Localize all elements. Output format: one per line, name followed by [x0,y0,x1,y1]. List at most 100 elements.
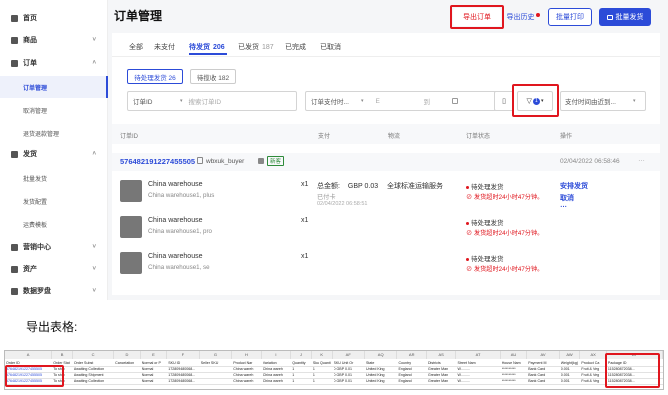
sheet-column-letter[interactable]: F [167,351,200,359]
sidebar-item[interactable]: 发货配置 [0,190,108,212]
sheet-cell[interactable]: 172809480068... [168,378,199,384]
sheet-column-letter[interactable]: C [72,351,115,359]
sidebar-item[interactable]: 资产 ˅ [0,258,108,280]
sheet-column-letter[interactable]: AX [580,351,607,359]
product-sku: China warehouse1, pro [148,228,212,235]
sidebar-item[interactable]: 取消管理 [0,99,108,121]
pay-time-select[interactable]: 订单支付时... [306,96,361,106]
sheet-column-letter[interactable]: B [52,351,73,359]
batch-ship-button[interactable]: 批量发货 [599,8,651,26]
sheet-column-letter[interactable]: AW [559,351,581,359]
sheet-column-letter[interactable]: AT [456,351,501,359]
sheet-column-letter[interactable]: K [311,351,333,359]
order-status-label: 待处理发货 [471,220,504,227]
order-id-select[interactable]: 订单ID [128,96,180,106]
sheet-column-letter[interactable]: AF [332,351,365,359]
subtab-pending-ship[interactable]: 待处理发货 26 [127,69,183,84]
box-icon [11,36,18,44]
sidebar-item[interactable]: 批量发货 [0,167,108,189]
sheet-cell[interactable]: Fruit & Veg [581,378,607,384]
more-actions-button[interactable]: … [560,202,567,209]
subtab-awaiting-collection[interactable]: 待揽收 182 [190,69,236,84]
sidebar-item[interactable]: 商品 ˅ [0,29,108,51]
warning-icon: ⊘ [466,266,474,273]
sheet-cell[interactable]: 0 GBP 0.01 [334,378,365,384]
sidebar-item[interactable]: 订单 ˄ [0,52,108,74]
sheet-header-cell[interactable]: Seller SKU [201,360,232,366]
order-date: 02/04/2022 06:58:46 [560,158,620,165]
order-id-filter[interactable]: 订单ID ▾ 搜索订单ID [127,91,297,111]
sheet-column-letter[interactable]: D [114,351,141,359]
arrange-ship-button[interactable]: 安排发货 [560,181,588,191]
more-icon[interactable]: … [638,156,645,163]
tab-label: 待发货 [189,44,210,51]
date-from-input[interactable]: Ε [376,98,424,105]
tab-item[interactable]: 已发货 187 [238,42,274,52]
product-sku: China warehouse1, se [148,264,210,271]
sidebar-item[interactable]: 数据罗盘 ˅ [0,280,108,302]
warning-icon: ⊘ [466,230,474,237]
export-history-button[interactable]: 导出历史 [504,8,542,26]
notification-dot [535,12,540,17]
sidebar-item[interactable]: 订单管理 [0,76,108,98]
sheet-column-letter[interactable]: A [5,351,53,359]
tab-item[interactable]: 待发货 206 [189,42,225,52]
product-image[interactable] [120,252,142,274]
sidebar-item[interactable]: 发货 ˄ [0,143,108,165]
header-order-id: 订单ID [120,134,139,140]
sidebar-item[interactable]: 首页 [0,7,108,29]
chat-icon[interactable] [258,158,264,164]
sheet-cell[interactable]: United King [366,378,397,384]
tab-item[interactable]: 未支付 [154,42,175,52]
sheet-cell[interactable]: Bank Card [528,378,559,384]
product-image[interactable] [120,216,142,238]
sheet-column-letter[interactable]: AV [527,351,560,359]
sheet-cell[interactable]: 0.001 [561,378,581,384]
sheet-column-letter[interactable]: H [232,351,262,359]
sheet-column-letter[interactable]: AQ [364,351,398,359]
sheet-cell[interactable]: Awaiting Collection [74,378,114,384]
sheet-column-letter[interactable]: E [140,351,168,359]
sheet-cell[interactable]: ********** [502,378,528,384]
sheet-cell[interactable]: China wareh [263,378,292,384]
pay-time-filter[interactable]: 订单支付时... ▾ Ε 到 [305,91,497,111]
tab-item[interactable]: 已完成 [285,42,306,52]
sheet-cell[interactable]: 1 [292,378,312,384]
total-label: 总金额: GBP 0.03 [317,181,378,191]
new-customer-badge: 新客 [267,156,285,166]
sheet-cell[interactable]: W......... [457,378,500,384]
sidebar-item[interactable]: 营销中心 ˅ [0,236,108,258]
tab-item[interactable]: 全部 [129,42,143,52]
copy-icon[interactable] [197,157,203,164]
chevron-icon: ˅ [92,288,96,294]
sort-select[interactable]: 支付时间由近到... ▾ [560,91,646,111]
sidebar-item[interactable]: 退货退款管理 [0,122,108,144]
product-image[interactable] [120,180,142,202]
sheet-column-letter[interactable]: J [291,351,312,359]
chevron-icon: ˅ [92,37,96,43]
sheet-header-cell[interactable]: Cancelation [115,360,141,366]
sheet-cell[interactable]: Normal [142,378,168,384]
tab-label: 全部 [129,44,143,51]
bookmark-filter[interactable]: ▯ [494,91,514,111]
sheet-column-letter[interactable]: G [199,351,233,359]
product-name: China warehouse [148,181,203,188]
tab-item[interactable]: 已取消 [320,42,341,52]
sheet-column-letter[interactable]: AU [500,351,528,359]
sheet-cell[interactable]: Greater Man [428,378,457,384]
sheet-cell[interactable]: 1 [313,378,333,384]
bookmark-icon: ▯ [502,98,506,105]
sidebar-item-label: 发货配置 [23,199,48,206]
sheet-cell[interactable]: England [398,378,427,384]
sidebar-item-label: 资产 [23,266,37,273]
sheet-column-letter[interactable]: AS [426,351,457,359]
sheet-column-letter[interactable]: I [261,351,292,359]
order-id-search-input[interactable]: 搜索订单ID [189,96,222,106]
sidebar-item[interactable]: 运费模板 [0,213,108,235]
order-id-link[interactable]: 576482191227455505 [120,157,195,166]
batch-print-button[interactable]: 批量打印 [548,8,592,26]
chevron-down-icon: ▾ [633,98,636,104]
sheet-cell[interactable]: China wareh [233,378,262,384]
sheet-column-letter[interactable]: AR [397,351,427,359]
sidebar-item-label: 运费模板 [23,222,48,229]
